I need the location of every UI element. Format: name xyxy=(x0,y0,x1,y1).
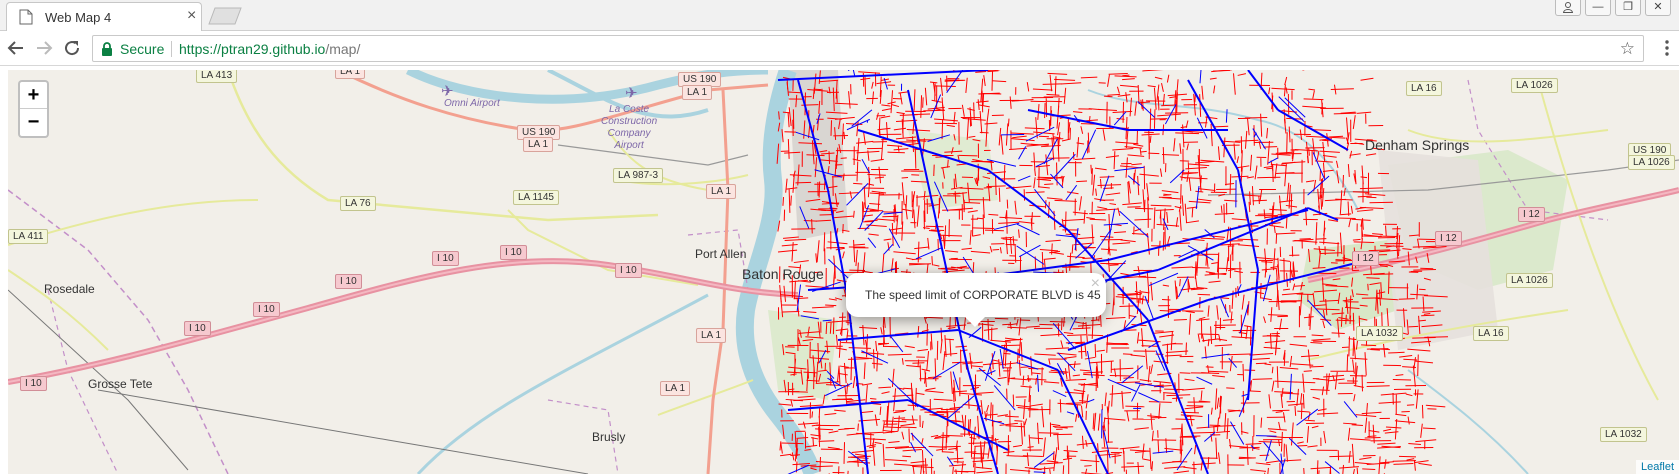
shield-la987-3: LA 987-3 xyxy=(613,168,664,183)
place-denham-springs: Denham Springs xyxy=(1365,137,1470,153)
omnibox-divider xyxy=(171,41,172,57)
airport-icon: ✈ xyxy=(441,83,454,100)
shield-i10-f: I 10 xyxy=(184,321,211,336)
shield-i12-a: I 12 xyxy=(1518,207,1545,222)
reload-icon[interactable] xyxy=(62,38,82,58)
url-host: ptran29.github.io xyxy=(221,41,326,57)
shield-la1026-a: LA 1026 xyxy=(1511,78,1558,93)
new-tab-button[interactable] xyxy=(208,7,242,25)
shield-la1-e: LA 1 xyxy=(660,381,691,396)
secure-label: Secure xyxy=(120,41,165,57)
user-icon xyxy=(1562,2,1574,13)
poi-omni-airport: Omni Airport xyxy=(444,98,500,109)
place-grosse-tete: Grosse Tete xyxy=(88,377,153,391)
url-text: https://ptran29.github.io/map/ xyxy=(179,41,360,57)
shield-i12-b: I 12 xyxy=(1435,231,1462,246)
shield-i10-c: I 10 xyxy=(615,263,642,278)
place-port-allen: Port Allen xyxy=(695,247,747,261)
shield-la16-a: LA 16 xyxy=(1406,81,1442,96)
back-arrow-icon[interactable] xyxy=(6,38,26,58)
shield-i10-b: I 10 xyxy=(500,245,527,260)
url-path: /map/ xyxy=(325,41,361,57)
browser-toolbar: Secure https://ptran29.github.io/map/ ☆ xyxy=(0,31,1679,66)
close-window-button[interactable]: ✕ xyxy=(1645,0,1671,16)
tab-close-icon[interactable]: × xyxy=(187,8,196,24)
zoom-in-button[interactable]: + xyxy=(20,82,47,109)
page-icon xyxy=(19,9,33,25)
shield-la1-top: LA 1 xyxy=(335,70,366,79)
shield-la413: LA 413 xyxy=(196,70,238,83)
road-overlay xyxy=(776,70,1448,474)
shield-la411: LA 411 xyxy=(8,229,49,244)
lock-icon xyxy=(102,42,112,56)
shield-la1032-b: LA 1032 xyxy=(1600,427,1647,442)
window-controls: — ❐ ✕ xyxy=(1555,0,1671,18)
shield-la1145: LA 1145 xyxy=(513,190,559,205)
map-popup: The speed limit of CORPORATE BLVD is 45 … xyxy=(846,273,1106,327)
bookmark-star-icon[interactable]: ☆ xyxy=(1620,39,1635,59)
tab-strip: Web Map 4 × — ❐ ✕ xyxy=(0,0,1679,31)
minimize-button[interactable]: — xyxy=(1585,0,1611,16)
shield-la16-b: LA 16 xyxy=(1473,326,1509,341)
shield-la1026-c: LA 1026 xyxy=(1506,273,1553,288)
tab-title: Web Map 4 xyxy=(45,10,112,25)
poi-lacoste-airport: La Coste Construction Company Airport xyxy=(601,104,658,151)
shield-la76: LA 76 xyxy=(340,196,376,211)
shield-i12-c: I 12 xyxy=(1352,251,1379,266)
zoom-out-button[interactable]: − xyxy=(20,109,47,136)
profile-button[interactable] xyxy=(1555,0,1581,16)
shield-i10-e: I 10 xyxy=(253,302,280,317)
shield-i10-a: I 10 xyxy=(432,251,459,266)
url-scheme: https:// xyxy=(179,41,222,57)
shield-la1-a: LA 1 xyxy=(682,85,713,100)
shield-i10-d: I 10 xyxy=(335,274,362,289)
popup-close-icon[interactable]: × xyxy=(1091,275,1100,293)
browser-tab[interactable]: Web Map 4 × xyxy=(6,2,202,31)
place-rosedale: Rosedale xyxy=(44,282,95,296)
leaflet-map[interactable]: LA 413 LA 1 US 190 LA 1 US 190 LA 1 LA 9… xyxy=(8,70,1679,474)
menu-kebab-icon[interactable] xyxy=(1665,39,1669,57)
zoom-control: + − xyxy=(18,80,49,138)
airport-icon-2: ✈ xyxy=(625,85,638,102)
shield-la1-b: LA 1 xyxy=(523,137,554,152)
shield-la1-d: LA 1 xyxy=(696,328,727,343)
place-baton-rouge: Baton Rouge xyxy=(742,266,824,282)
shield-la1032: LA 1032 xyxy=(1356,326,1403,341)
place-brusly: Brusly xyxy=(592,430,626,444)
shield-la1026-b: LA 1026 xyxy=(1628,155,1675,170)
popup-tip xyxy=(963,315,987,327)
restore-button[interactable]: ❐ xyxy=(1615,0,1641,16)
popup-text: The speed limit of CORPORATE BLVD is 45 xyxy=(865,288,1101,302)
address-bar[interactable]: Secure https://ptran29.github.io/map/ ☆ xyxy=(92,35,1644,62)
shield-la1-c: LA 1 xyxy=(706,184,737,199)
forward-arrow-icon[interactable] xyxy=(34,38,54,58)
attribution-link[interactable]: Leaflet xyxy=(1635,460,1679,474)
shield-i10-g: I 10 xyxy=(20,376,47,391)
